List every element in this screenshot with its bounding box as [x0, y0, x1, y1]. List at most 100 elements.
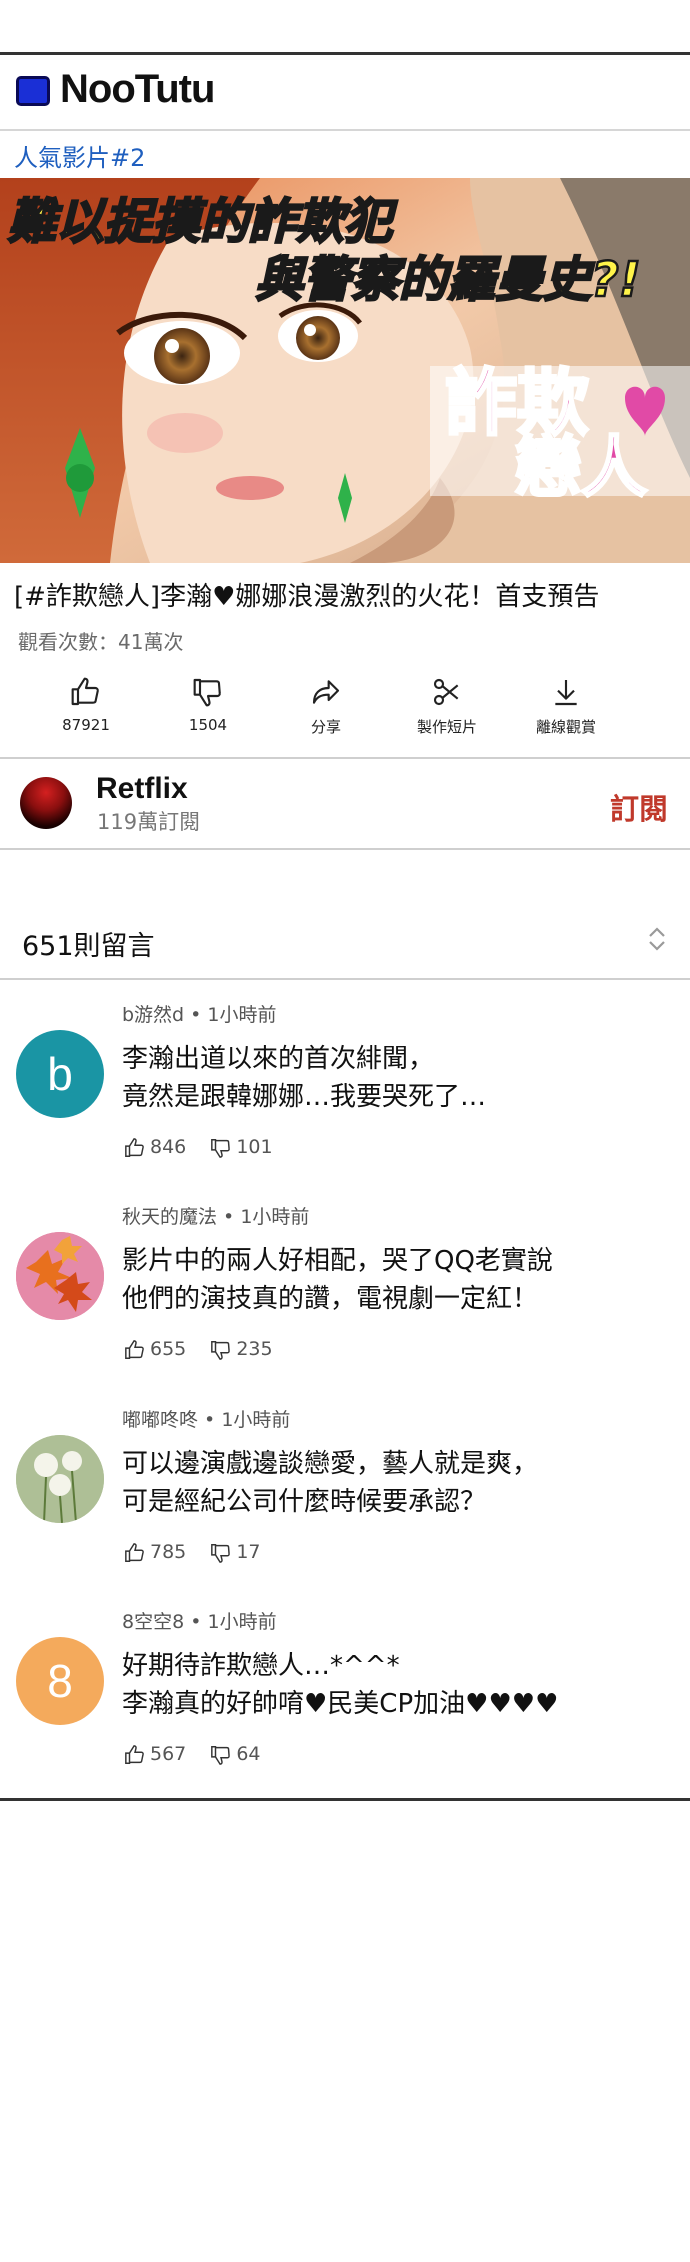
header-divider [0, 129, 690, 131]
thumbs-up-icon [125, 1542, 144, 1562]
avatar[interactable]: 8 [16, 1637, 104, 1725]
thumbs-down-icon [193, 678, 221, 707]
channel-name[interactable]: Retflix [96, 772, 188, 806]
divider [0, 978, 690, 980]
hero-headline-line2: 與警察的羅曼史?! [255, 252, 641, 308]
dislike-count: 1504 [188, 716, 228, 734]
comment-meta: 8空空8 • 1小時前 [122, 1611, 277, 1633]
comment-item: b b游然d • 1小時前 李瀚出道以來的首次緋聞， 竟然是跟韓娜娜…我要哭死了… [0, 1000, 690, 1200]
dandelion-icon [16, 1435, 104, 1523]
avatar[interactable] [16, 1435, 104, 1523]
clip-label: 製作短片 [416, 718, 477, 736]
app-logo-icon[interactable] [16, 76, 50, 106]
comment-dislike-button[interactable]: 235 [210, 1338, 273, 1361]
section-link[interactable]: 人氣影片#2 [14, 138, 145, 173]
comment-line: 影片中的兩人好相配，哭了QQ老實說 [122, 1246, 553, 1276]
sort-chevron-icon[interactable] [644, 924, 670, 954]
subscribe-button[interactable]: 訂閱 [610, 786, 668, 828]
like-button[interactable]: 87921 [26, 676, 146, 734]
comment-time: 1小時前 [221, 1409, 291, 1431]
thumbs-up-icon [125, 1137, 144, 1157]
comment-text: 好期待詐欺戀人…*^^* 李瀚真的好帥唷♥民美CP加油♥♥♥♥ [122, 1647, 558, 1723]
thumbs-up-icon [125, 1744, 144, 1764]
comment-time: 1小時前 [207, 1611, 277, 1633]
logo-line2: 戀人 [515, 429, 647, 506]
comment-meta: 秋天的魔法 • 1小時前 [122, 1206, 310, 1228]
share-label: 分享 [310, 718, 341, 736]
download-label: 離線觀賞 [535, 718, 596, 736]
share-button[interactable]: 分享 [266, 676, 386, 737]
comment-reactions: 655 235 [124, 1338, 291, 1361]
comment-dislike-button[interactable]: 64 [210, 1743, 261, 1766]
comment-author[interactable]: 嘟嘟咚咚 [122, 1409, 198, 1431]
comments-count: 651則留言 [22, 931, 155, 962]
clip-button[interactable]: 製作短片 [387, 676, 507, 737]
comment-text: 可以邊演戲邊談戀愛，藝人就是爽， 可是經紀公司什麼時候要承認？ [122, 1445, 538, 1521]
comment-author[interactable]: 秋天的魔法 [122, 1206, 217, 1228]
view-count: 觀看次數：41萬次 [18, 630, 184, 654]
comment-item: 秋天的魔法 • 1小時前 影片中的兩人好相配，哭了QQ老實說 他們的演技真的讚，… [0, 1202, 690, 1402]
thumbs-up-icon [71, 677, 99, 706]
dislike-button[interactable]: 1504 [148, 676, 268, 734]
dislike-count: 17 [236, 1541, 261, 1564]
comment-author[interactable]: b游然d [122, 1004, 184, 1026]
clip-icon [433, 678, 459, 706]
divider [0, 848, 690, 850]
comment-item: 8 8空空8 • 1小時前 好期待詐欺戀人…*^^* 李瀚真的好帥唷♥民美CP加… [0, 1607, 690, 1807]
comment-reactions: 846 101 [124, 1136, 291, 1159]
divider [0, 757, 690, 759]
like-count: 87921 [62, 716, 110, 734]
comment-meta: 嘟嘟咚咚 • 1小時前 [122, 1409, 291, 1431]
like-count: 567 [150, 1743, 187, 1766]
comment-reactions: 785 17 [124, 1541, 279, 1564]
comment-meta: b游然d • 1小時前 [122, 1004, 277, 1026]
app-title[interactable]: NooTutu [60, 67, 215, 112]
like-count: 655 [150, 1338, 187, 1361]
video-title: [#詐欺戀人]李瀚♥娜娜浪漫激烈的火花！首支預告 [14, 582, 600, 612]
comment-like-button[interactable]: 655 [124, 1338, 186, 1361]
avatar-letter: 8 [47, 1655, 73, 1707]
comment-text: 影片中的兩人好相配，哭了QQ老實說 他們的演技真的讚，電視劇一定紅！ [122, 1242, 553, 1318]
comment-dislike-button[interactable]: 101 [210, 1136, 273, 1159]
comment-reactions: 567 64 [124, 1743, 279, 1766]
autumn-leaves-icon [16, 1232, 104, 1320]
hero-headline-line1: 難以捉摸的詐欺犯 [8, 194, 398, 250]
avatar-letter: b [47, 1048, 73, 1100]
comment-item: 嘟嘟咚咚 • 1小時前 可以邊演戲邊談戀愛，藝人就是爽， 可是經紀公司什麼時候要… [0, 1405, 690, 1605]
comment-line: 可是經紀公司什麼時候要承認？ [122, 1487, 487, 1517]
download-icon [555, 680, 577, 706]
comment-line: 李瀚真的好帥唷♥民美CP加油♥♥♥♥ [122, 1689, 559, 1719]
comment-author[interactable]: 8空空8 [122, 1611, 184, 1633]
video-thumbnail[interactable]: 詐欺 戀人 難以捉摸的詐欺犯 與警察的羅曼史?! [0, 178, 690, 563]
dislike-count: 64 [236, 1743, 261, 1766]
comment-like-button[interactable]: 785 [124, 1541, 186, 1564]
thumbnail-art: 詐欺 戀人 難以捉摸的詐欺犯 與警察的羅曼史?! [0, 178, 690, 563]
comment-time: 1小時前 [240, 1206, 310, 1228]
comment-text: 李瀚出道以來的首次緋聞， 竟然是跟韓娜娜…我要哭死了… [122, 1040, 486, 1116]
avatar[interactable] [16, 1232, 104, 1320]
like-count: 846 [150, 1136, 187, 1159]
channel-avatar[interactable] [20, 777, 72, 829]
comment-line: 可以邊演戲邊談戀愛，藝人就是爽， [122, 1449, 539, 1479]
bottom-border [0, 1798, 690, 1801]
dislike-count: 235 [236, 1338, 273, 1361]
comment-like-button[interactable]: 567 [124, 1743, 186, 1766]
comment-dislike-button[interactable]: 17 [210, 1541, 261, 1564]
share-icon [312, 680, 340, 704]
download-button[interactable]: 離線觀賞 [506, 676, 626, 737]
thumbs-down-icon [211, 1543, 231, 1563]
avatar[interactable]: b [16, 1030, 104, 1118]
dislike-count: 101 [236, 1136, 273, 1159]
thumbs-up-icon [125, 1339, 144, 1359]
action-bar: 87921 1504 分享 製作短片 離線觀賞 [0, 676, 690, 746]
comment-line: 李瀚出道以來的首次緋聞， [122, 1044, 435, 1074]
comment-line: 他們的演技真的讚，電視劇一定紅！ [122, 1284, 539, 1314]
app-header: NooTutu [0, 55, 690, 129]
thumbs-down-icon [211, 1138, 231, 1158]
like-count: 785 [150, 1541, 187, 1564]
comment-line: 竟然是跟韓娜娜…我要哭死了… [122, 1082, 487, 1112]
thumbs-down-icon [211, 1745, 231, 1765]
subscriber-count: 119萬訂閱 [97, 810, 201, 834]
comment-line: 好期待詐欺戀人…*^^* [122, 1651, 400, 1681]
comment-like-button[interactable]: 846 [124, 1136, 186, 1159]
